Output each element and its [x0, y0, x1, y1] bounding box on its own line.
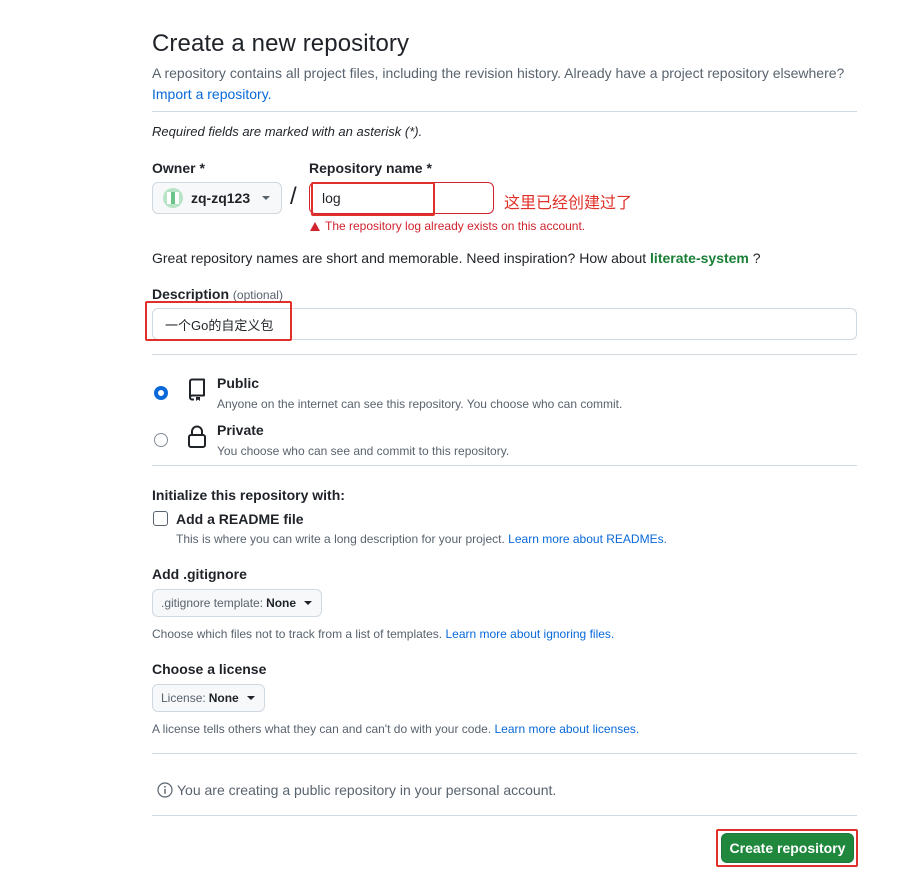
- gitignore-learn-more-link[interactable]: Learn more about ignoring files.: [445, 627, 614, 641]
- suggestion-suffix: ?: [752, 250, 761, 266]
- divider: [152, 753, 857, 754]
- owner-value: zq-zq123: [191, 190, 251, 206]
- initialize-title: Initialize this repository with:: [152, 487, 345, 503]
- name-suggestion: Great repository names are short and mem…: [152, 250, 761, 266]
- divider: [152, 111, 857, 112]
- readme-help-text: This is where you can write a long descr…: [176, 532, 505, 546]
- gitignore-title: Add .gitignore: [152, 566, 247, 582]
- annotation-box-description: [145, 301, 292, 341]
- repo-name-label: Repository name *: [309, 160, 432, 176]
- license-help: A license tells others what they can and…: [152, 722, 639, 736]
- repo-name-error-text: The repository log already exists on thi…: [325, 219, 586, 233]
- gitignore-select-value: None: [266, 596, 297, 610]
- divider: [152, 354, 857, 355]
- annotation-box-create-button: [716, 829, 858, 867]
- chevron-down-icon: [262, 196, 271, 200]
- visibility-private-radio[interactable]: [154, 433, 168, 447]
- import-link-row: Import a repository.: [152, 86, 272, 102]
- gitignore-select[interactable]: .gitignore template: None: [152, 589, 323, 617]
- owner-label: Owner *: [152, 160, 205, 176]
- visibility-info-text: You are creating a public repository in …: [177, 782, 557, 798]
- chevron-down-icon: [304, 601, 313, 605]
- chevron-down-icon: [246, 696, 255, 700]
- optional-hint: (optional): [232, 288, 283, 302]
- visibility-private-desc: You choose who can see and commit to thi…: [217, 444, 510, 458]
- description-label-text: Description: [152, 286, 230, 302]
- gitignore-help-text: Choose which files not to track from a l…: [152, 627, 443, 641]
- annotation-text: 这里已经创建过了: [504, 195, 633, 212]
- license-select[interactable]: License: None: [152, 684, 265, 712]
- owner-select[interactable]: zq-zq123: [152, 182, 282, 214]
- license-help-text: A license tells others what they can and…: [152, 722, 492, 736]
- divider: [152, 815, 857, 816]
- license-title: Choose a license: [152, 661, 267, 677]
- page-subtitle: A repository contains all project files,…: [152, 65, 845, 81]
- license-select-value: None: [208, 691, 239, 705]
- suggested-name-button[interactable]: literate-system: [650, 250, 749, 266]
- repo-name-error: The repository log already exists on thi…: [310, 219, 585, 233]
- license-select-prefix: License:: [161, 691, 206, 705]
- suggestion-text: Great repository names are short and mem…: [152, 250, 647, 266]
- alert-icon: [310, 221, 320, 231]
- avatar: [163, 188, 183, 208]
- page-title: Create a new repository: [152, 30, 410, 57]
- import-repository-link[interactable]: Import a repository.: [152, 86, 272, 102]
- description-label: Description (optional): [152, 286, 283, 302]
- visibility-public-radio[interactable]: [154, 386, 168, 400]
- info-icon: [157, 782, 173, 798]
- visibility-public-desc: Anyone on the internet can see this repo…: [217, 397, 623, 411]
- readme-learn-more-link[interactable]: Learn more about READMEs.: [508, 532, 667, 546]
- add-readme-checkbox[interactable]: [153, 511, 168, 526]
- repo-icon: [189, 378, 205, 401]
- gitignore-help: Choose which files not to track from a l…: [152, 627, 614, 641]
- readme-help: This is where you can write a long descr…: [176, 532, 667, 546]
- required-fields-note: Required fields are marked with an aster…: [152, 124, 423, 139]
- annotation-box-repo-name: [311, 182, 435, 216]
- visibility-private-title: Private: [217, 422, 264, 438]
- license-learn-more-link[interactable]: Learn more about licenses.: [495, 722, 640, 736]
- lock-icon: [188, 425, 206, 448]
- gitignore-select-prefix: .gitignore template:: [161, 596, 264, 610]
- add-readme-label[interactable]: Add a README file: [176, 511, 304, 527]
- divider: [152, 465, 857, 466]
- visibility-public-title: Public: [217, 375, 260, 391]
- owner-repo-separator: /: [290, 183, 297, 210]
